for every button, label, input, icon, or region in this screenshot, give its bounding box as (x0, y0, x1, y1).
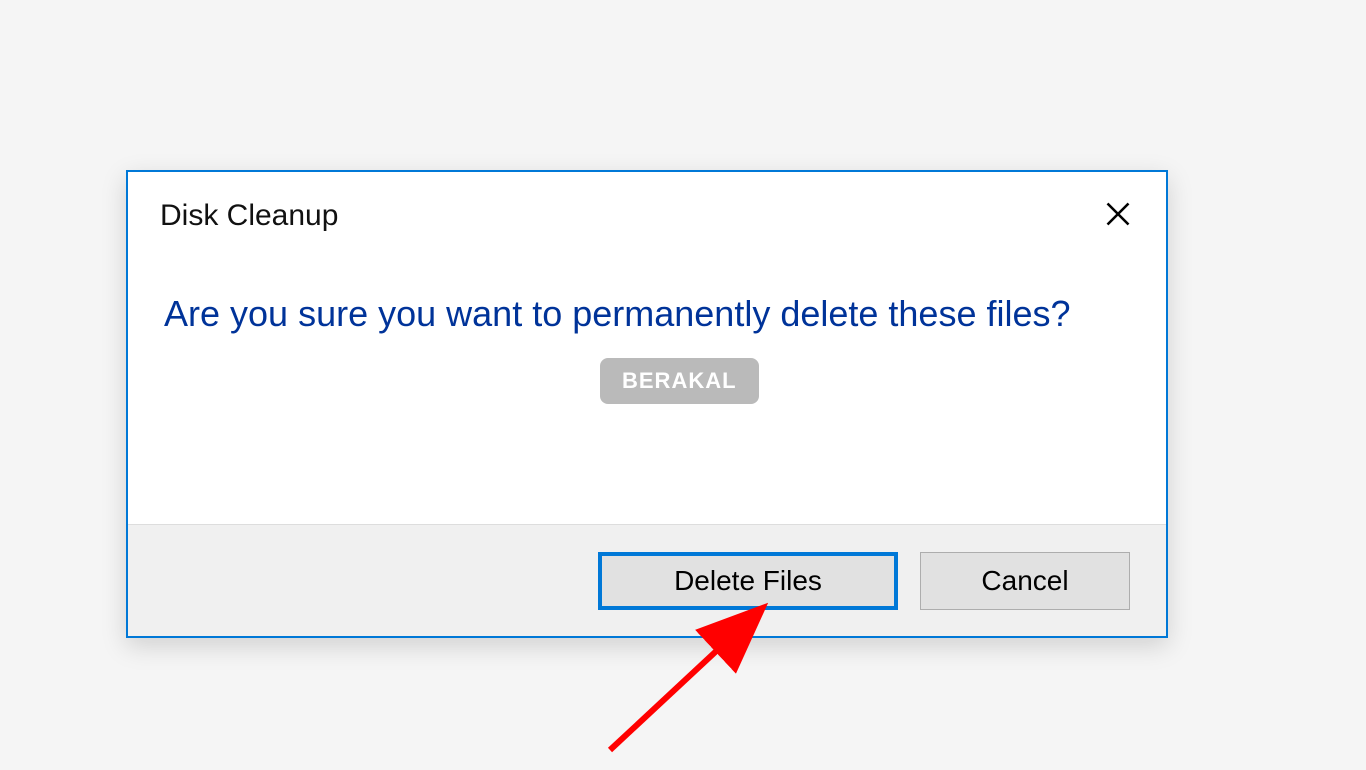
delete-files-button[interactable]: Delete Files (598, 552, 898, 610)
dialog-body: Are you sure you want to permanently del… (128, 242, 1166, 339)
cancel-button[interactable]: Cancel (920, 552, 1130, 610)
titlebar: Disk Cleanup (128, 172, 1166, 242)
close-icon (1104, 200, 1132, 228)
confirmation-dialog: Disk Cleanup Are you sure you want to pe… (126, 170, 1168, 638)
close-button[interactable] (1098, 194, 1138, 234)
watermark-badge: BERAKAL (600, 358, 759, 404)
dialog-title: Disk Cleanup (160, 199, 338, 233)
dialog-message: Are you sure you want to permanently del… (164, 290, 1130, 339)
dialog-footer: Delete Files Cancel (128, 524, 1166, 636)
